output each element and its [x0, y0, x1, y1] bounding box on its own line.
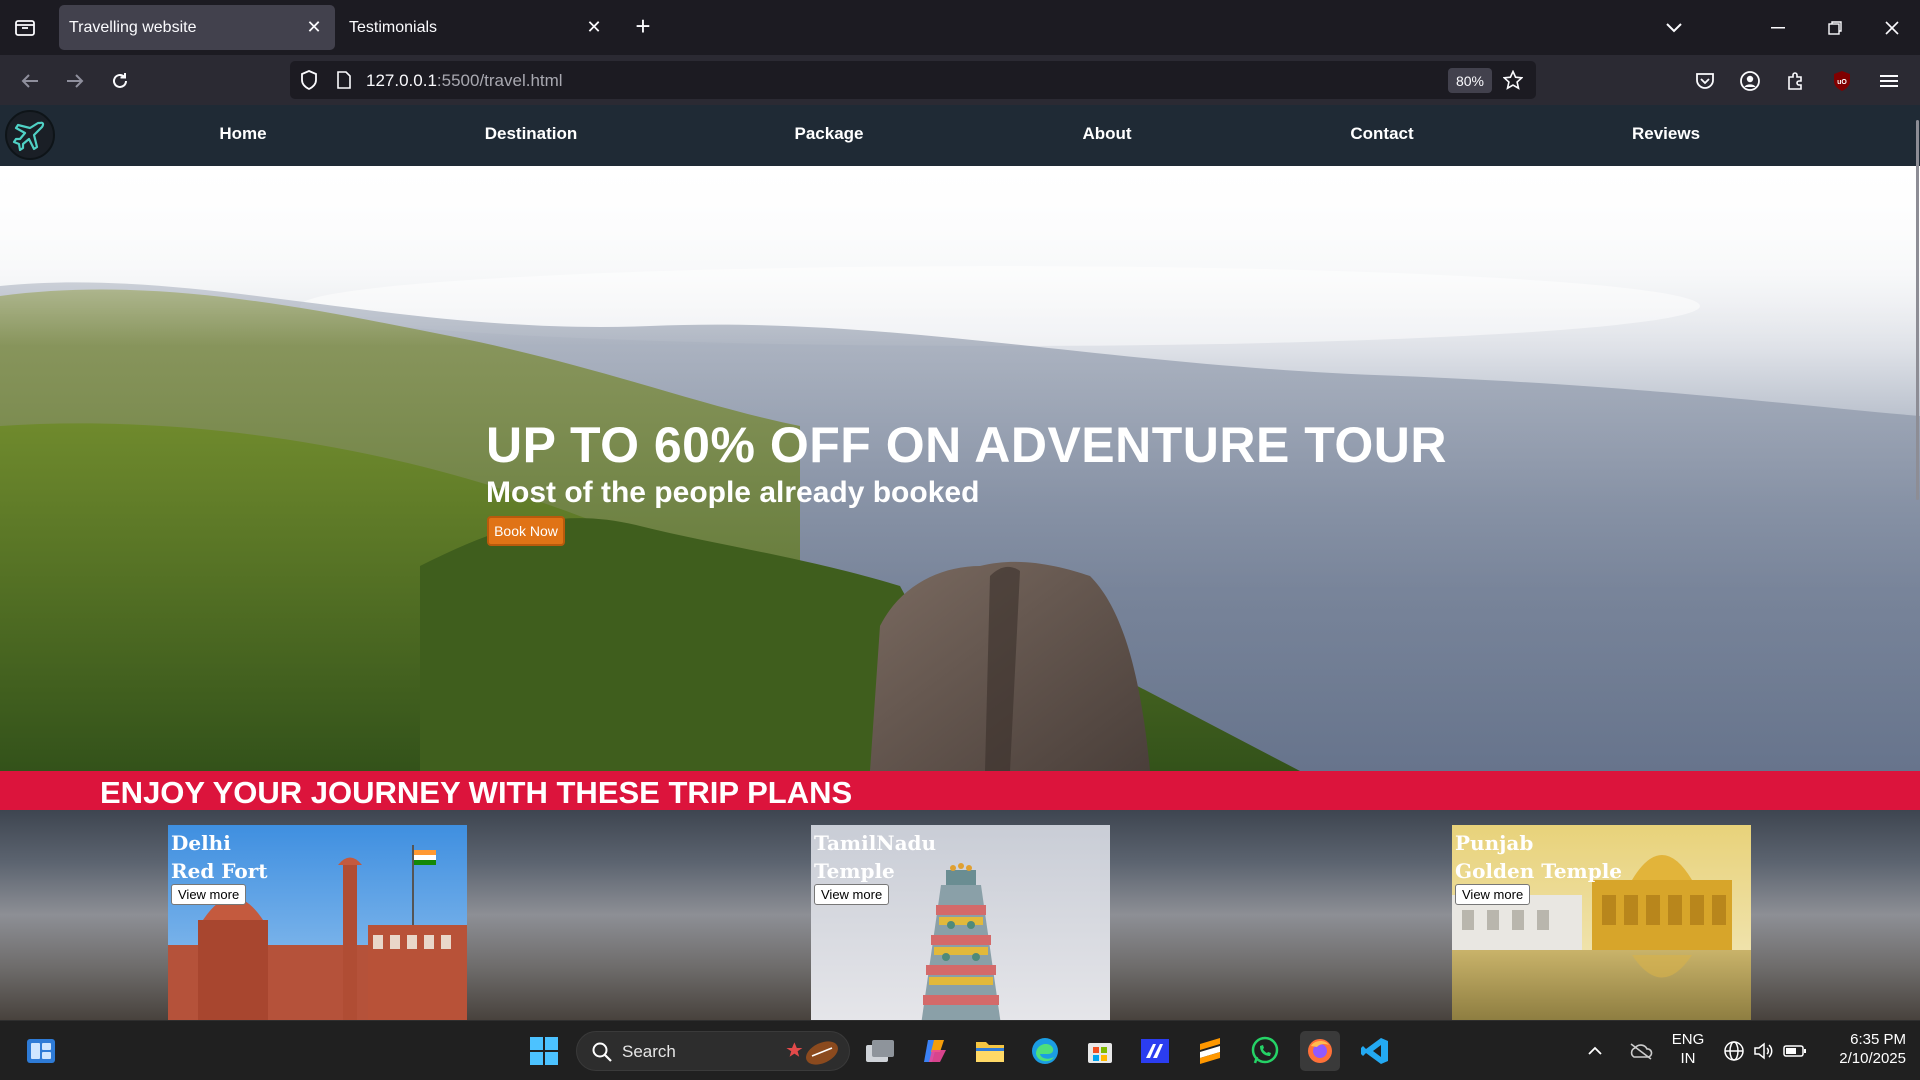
language-indicator[interactable]: ENG IN [1668, 1030, 1708, 1068]
pocket-icon[interactable] [1690, 66, 1720, 96]
page-info-icon[interactable] [334, 70, 354, 90]
network-globe-icon[interactable] [1720, 1031, 1748, 1071]
tab-testimonials[interactable]: Testimonials ✕ [339, 5, 615, 50]
trip-plans-banner: ENJOY YOUR JOURNEY WITH THESE TRIP PLANS [0, 771, 1920, 810]
card-title: Punjab Golden Temple [1455, 829, 1622, 885]
trip-card-punjab[interactable]: Punjab Golden Temple View more [1452, 825, 1751, 1020]
list-all-tabs-icon[interactable] [1660, 14, 1688, 42]
clock[interactable]: 6:35 PM 2/10/2025 [1820, 1030, 1906, 1068]
menu-icon[interactable] [1874, 66, 1904, 96]
card-title-line2: Temple [814, 859, 895, 883]
restore-icon[interactable] [1821, 14, 1849, 42]
zoom-level-badge[interactable]: 80% [1448, 68, 1492, 93]
scrollbar-thumb[interactable] [1916, 120, 1919, 500]
reload-icon[interactable] [105, 66, 135, 96]
trip-card-tamilnadu[interactable]: TamilNadu Temple View more [811, 825, 1110, 1020]
nav-contact-link[interactable]: Contact [1350, 124, 1413, 144]
close-tab-icon[interactable]: ✕ [583, 16, 605, 38]
card-title-line2: Golden Temple [1455, 859, 1623, 883]
tab-title: Testimonials [349, 18, 438, 36]
tab-travelling-website[interactable]: Travelling website ✕ [59, 5, 335, 50]
address-bar[interactable]: 127.0.0.1:5500/travel.html 80% [290, 61, 1536, 99]
back-icon[interactable] [15, 66, 45, 96]
widgets-icon[interactable] [21, 1031, 61, 1071]
clock-date: 2/10/2025 [1839, 1050, 1906, 1067]
svg-text:uO: uO [1837, 79, 1847, 86]
card-title-line2: Red Fort [171, 859, 268, 883]
tab-title: Travelling website [69, 18, 197, 36]
edge-browser-icon[interactable] [1025, 1031, 1065, 1071]
search-icon [591, 1041, 613, 1068]
task-view-icon[interactable] [860, 1031, 900, 1071]
book-now-button[interactable]: Book Now [487, 516, 565, 546]
trip-card-delhi[interactable]: Delhi Red Fort View more [168, 825, 467, 1020]
view-more-button[interactable]: View more [171, 884, 247, 905]
page-scrollbar[interactable] [1914, 105, 1920, 1020]
minimize-icon[interactable] [1764, 14, 1792, 42]
card-title: TamilNadu Temple [814, 829, 936, 885]
new-tab-icon[interactable]: + [630, 13, 656, 40]
search-highlight-icon [782, 1036, 844, 1073]
show-hidden-icons-chevron-icon[interactable] [1580, 1031, 1610, 1071]
trip-cards-section: Delhi Red Fort View more TamilNadu Temple … [0, 810, 1920, 1020]
web-page: Home Destination Package About Contact R… [0, 105, 1920, 1020]
hero-title: UP TO 60% OFF ON ADVENTURE TOUR [486, 417, 1448, 473]
url-host: 127.0.0.1 [366, 71, 437, 90]
ublock-origin-icon[interactable]: uO [1827, 66, 1857, 96]
tab-overview-icon[interactable] [12, 14, 38, 40]
volume-icon[interactable] [1750, 1031, 1778, 1071]
view-more-button[interactable]: View more [814, 884, 890, 905]
search-placeholder: Search [622, 1042, 676, 1061]
nav-about-link[interactable]: About [1082, 124, 1131, 144]
browser-toolbar: 127.0.0.1:5500/travel.html 80% uO [0, 55, 1920, 105]
close-tab-icon[interactable]: ✕ [303, 16, 325, 38]
card-title-line1: Punjab [1455, 831, 1534, 855]
sublime-text-icon[interactable] [1190, 1031, 1230, 1071]
battery-icon[interactable] [1780, 1031, 1810, 1071]
language-code: ENG [1671, 1031, 1705, 1048]
copilot-icon[interactable] [915, 1031, 955, 1071]
forward-icon[interactable] [60, 66, 90, 96]
windows-taskbar: Search ENG IN 6:35 PM 2/10/2025 [0, 1020, 1920, 1080]
site-navbar: Home Destination Package About Contact R… [0, 105, 1920, 166]
trip-plans-heading: ENJOY YOUR JOURNEY WITH THESE TRIP PLANS [100, 775, 853, 810]
start-windows-icon[interactable] [524, 1031, 564, 1071]
nav-destination-link[interactable]: Destination [485, 124, 578, 144]
region-code: IN [1680, 1050, 1696, 1067]
hero-subtitle: Most of the people already booked [486, 476, 980, 509]
card-title: Delhi Red Fort [171, 829, 268, 885]
card-title-line1: TamilNadu [814, 831, 937, 855]
extensions-icon[interactable] [1780, 66, 1810, 96]
card-title-line1: Delhi [171, 831, 231, 855]
account-icon[interactable] [1735, 66, 1765, 96]
taskbar-search-box[interactable]: Search [576, 1031, 850, 1071]
onedrive-offline-icon[interactable] [1624, 1031, 1658, 1071]
firefox-icon[interactable] [1300, 1031, 1340, 1071]
url-text[interactable]: 127.0.0.1:5500/travel.html [366, 71, 563, 91]
bookmark-star-icon[interactable] [1501, 68, 1525, 92]
url-path: :5500/travel.html [436, 71, 563, 90]
microsoft-store-icon[interactable] [1080, 1031, 1120, 1071]
file-explorer-icon[interactable] [970, 1031, 1010, 1071]
visual-studio-icon[interactable] [1135, 1031, 1175, 1071]
vscode-icon[interactable] [1355, 1031, 1395, 1071]
whatsapp-icon[interactable] [1245, 1031, 1285, 1071]
hero-banner: UP TO 60% OFF ON ADVENTURE TOUR Most of … [0, 166, 1920, 771]
shield-icon[interactable] [298, 69, 320, 91]
browser-tab-bar: Travelling website ✕ Testimonials ✕ + [0, 0, 1920, 55]
clock-time: 6:35 PM [1850, 1031, 1906, 1048]
close-window-icon[interactable] [1878, 14, 1906, 42]
plane-logo-icon[interactable] [5, 110, 55, 160]
nav-reviews-link[interactable]: Reviews [1632, 124, 1700, 144]
nav-package-link[interactable]: Package [795, 124, 864, 144]
view-more-button[interactable]: View more [1455, 884, 1531, 905]
nav-home-link[interactable]: Home [219, 124, 266, 144]
